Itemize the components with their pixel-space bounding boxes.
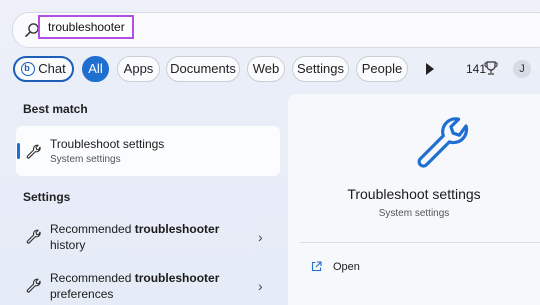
selection-indicator: [17, 143, 20, 159]
settings-result-title: Recommended troubleshooter: [50, 271, 219, 285]
settings-result-title-cont: history: [50, 238, 86, 252]
title-highlight: troubleshooter: [134, 271, 220, 285]
detail-subtitle: System settings: [378, 208, 450, 219]
chevron-right-icon[interactable]: ›: [258, 229, 263, 245]
trophy-icon[interactable]: [484, 60, 498, 76]
search-input[interactable]: troubleshooter: [38, 15, 134, 39]
settings-result-title: Recommended troubleshooter: [50, 222, 219, 236]
chevron-right-icon[interactable]: ›: [258, 278, 263, 294]
wrench-icon: [26, 144, 41, 159]
filter-documents[interactable]: Documents: [166, 56, 240, 82]
user-avatar[interactable]: J: [513, 60, 531, 78]
title-prefix: Recommended: [50, 222, 135, 236]
filter-web[interactable]: Web: [247, 56, 285, 82]
open-action[interactable]: Open: [333, 261, 360, 273]
filter-apps[interactable]: Apps: [117, 56, 160, 82]
divider: [300, 242, 540, 243]
filter-all[interactable]: All: [82, 56, 109, 82]
best-match-title: Troubleshoot settings: [50, 137, 165, 151]
detail-title: Troubleshoot settings: [347, 186, 481, 202]
bing-icon: b: [21, 62, 36, 76]
chat-label: Chat: [38, 61, 66, 76]
filter-settings[interactable]: Settings: [292, 56, 349, 82]
settings-heading: Settings: [23, 190, 71, 204]
filter-people[interactable]: People: [356, 56, 408, 82]
best-match-heading: Best match: [23, 102, 88, 116]
wrench-icon: [26, 278, 41, 293]
wrench-large-icon: [417, 117, 469, 168]
best-match-subtitle: System settings: [50, 154, 121, 165]
chat-button[interactable]: b Chat: [13, 56, 74, 82]
best-match-result[interactable]: [16, 126, 280, 176]
more-filters-play-icon[interactable]: [426, 63, 434, 75]
wrench-icon: [26, 229, 41, 244]
title-highlight: troubleshooter: [134, 222, 220, 236]
settings-result-title-cont: preferences: [50, 287, 114, 301]
open-external-icon[interactable]: [311, 261, 322, 272]
title-prefix: Recommended: [50, 271, 135, 285]
